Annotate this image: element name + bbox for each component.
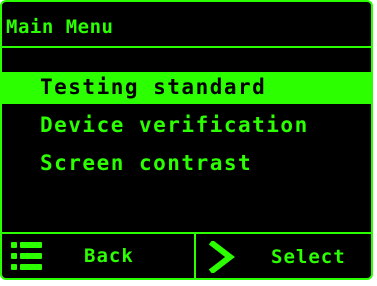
device-screen: Main Menu Testing standard Device verifi… bbox=[0, 0, 373, 280]
page-title: Main Menu bbox=[6, 16, 114, 38]
menu-item-testing-standard[interactable]: Testing standard bbox=[2, 72, 371, 104]
menu-item-screen-contrast[interactable]: Screen contrast bbox=[2, 148, 371, 180]
menu-item-label: Testing standard bbox=[40, 75, 267, 99]
select-button[interactable]: Select bbox=[196, 234, 371, 278]
title-bar: Main Menu bbox=[2, 2, 371, 48]
list-icon bbox=[10, 241, 54, 271]
menu-item-device-verification[interactable]: Device verification bbox=[2, 110, 371, 142]
back-button-label: Back bbox=[84, 245, 134, 267]
chevron-right-icon bbox=[208, 241, 238, 273]
select-button-label: Select bbox=[271, 246, 346, 268]
menu-item-label: Screen contrast bbox=[40, 151, 253, 175]
menu-item-label: Device verification bbox=[40, 113, 309, 137]
softkey-bar: Back Select bbox=[2, 232, 371, 278]
main-menu-list: Testing standard Device verification Scr… bbox=[2, 72, 371, 186]
back-button[interactable]: Back bbox=[2, 234, 196, 278]
